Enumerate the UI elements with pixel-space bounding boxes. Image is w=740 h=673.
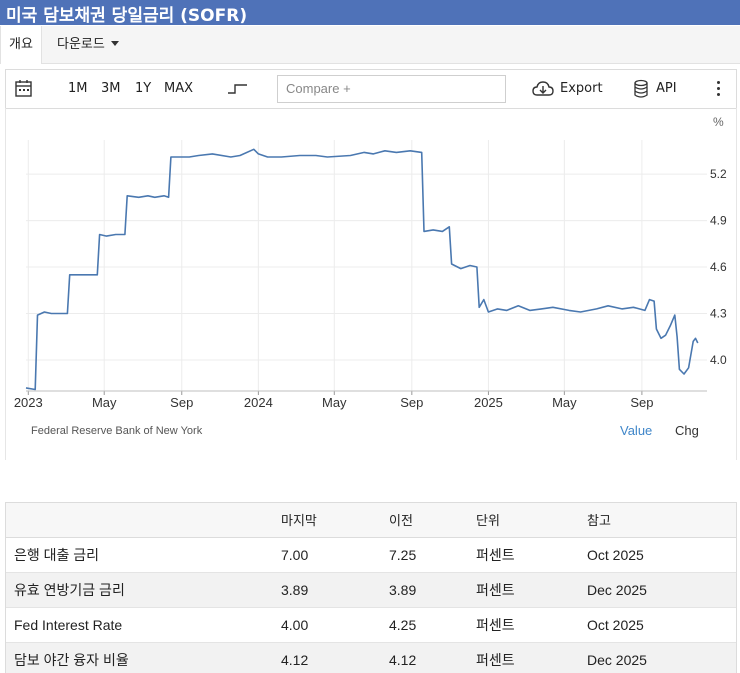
y-tick-label: 4.0 [710,353,727,367]
export-button[interactable]: Export [532,70,603,108]
header-previous: 이전 [389,503,476,538]
related-rates-table: 마지막 이전 단위 참고 은행 대출 금리 7.00 7.25 퍼센트 Oct … [5,502,737,673]
table-row[interactable]: 담보 야간 융자 비율 4.12 4.12 퍼센트 Dec 2025 [6,642,736,673]
export-label: Export [560,81,603,96]
api-button[interactable]: API [633,70,677,108]
database-icon [634,79,648,98]
tab-bar: 개요 다운로드 [0,26,740,64]
row-unit: 퍼센트 [476,607,587,643]
chart-area: 4.0 4.3 4.6 4.9 5.2 2023 May Sep 2024 May Sep 2025 M… [5,108,737,460]
x-tick-label: May [322,395,347,410]
row-name[interactable]: 유효 연방기금 금리 [6,572,281,608]
y-tick-label: 4.6 [710,260,727,274]
tab-download-label: 다운로드 [57,37,105,52]
row-last: 7.00 [281,537,389,573]
row-previous: 3.89 [389,572,476,608]
range-3m-button[interactable]: 3M [101,70,121,108]
source-label: Federal Reserve Bank of New York [31,425,203,437]
x-tick-label: Sep [170,395,193,410]
title-bar: 미국 담보채권 당일금리 (SOFR) [0,0,740,26]
x-tick-label: May [552,395,577,410]
row-reference: Oct 2025 [587,537,736,573]
row-last: 4.12 [281,642,389,673]
table-row[interactable]: 유효 연방기금 금리 3.89 3.89 퍼센트 Dec 2025 [6,572,736,608]
y-tick-label: 4.3 [710,307,727,321]
api-label: API [656,81,677,96]
x-tick-label: 2023 [14,395,43,410]
range-max-button[interactable]: MAX [164,70,193,108]
row-name[interactable]: 은행 대출 금리 [6,537,281,573]
chart-toolbar: 1M 3M 1Y MAX Compare + Export API [5,69,737,109]
row-last: 4.00 [281,607,389,643]
unit-label: % [713,115,724,129]
header-last: 마지막 [281,503,389,538]
row-reference: Dec 2025 [587,572,736,608]
row-previous: 4.25 [389,607,476,643]
header-name [6,503,281,538]
row-last: 3.89 [281,572,389,608]
x-tick-label: 2024 [244,395,273,410]
row-unit: 퍼센트 [476,642,587,673]
row-previous: 4.12 [389,642,476,673]
y-tick-label: 4.9 [710,214,727,228]
x-tick-label: May [92,395,117,410]
range-1y-button[interactable]: 1Y [135,70,151,108]
header-unit: 단위 [476,503,587,538]
y-tick-label: 5.2 [710,167,727,181]
step-line-icon[interactable] [227,70,249,108]
tab-download[interactable]: 다운로드 [49,26,127,64]
row-name[interactable]: 담보 야간 융자 비율 [6,642,281,673]
x-tick-label: 2025 [474,395,503,410]
row-name[interactable]: Fed Interest Rate [6,607,281,643]
row-reference: Dec 2025 [587,642,736,673]
table-row[interactable]: 은행 대출 금리 7.00 7.25 퍼센트 Oct 2025 [6,537,736,573]
legend-chg-button[interactable]: Chg [675,423,699,438]
more-options-icon[interactable] [717,81,721,97]
row-previous: 7.25 [389,537,476,573]
cloud-download-icon [532,81,554,96]
sofr-series-line [25,148,699,391]
x-tick-label: Sep [400,395,423,410]
table-row[interactable]: Fed Interest Rate 4.00 4.25 퍼센트 Oct 2025 [6,607,736,643]
calendar-icon[interactable] [15,70,33,108]
range-1m-button[interactable]: 1M [68,70,88,108]
row-reference: Oct 2025 [587,607,736,643]
legend-value-button[interactable]: Value [620,423,652,438]
x-tick-label: Sep [630,395,653,410]
page-title: 미국 담보채권 당일금리 (SOFR) [6,6,248,26]
row-unit: 퍼센트 [476,572,587,608]
header-reference: 참고 [587,503,736,538]
caret-down-icon [110,41,119,46]
table-header-row: 마지막 이전 단위 참고 [6,503,736,538]
row-unit: 퍼센트 [476,537,587,573]
tab-overview[interactable]: 개요 [0,26,42,64]
compare-input[interactable]: Compare + [277,75,506,103]
sofr-line-chart: 4.0 4.3 4.6 4.9 5.2 2023 May Sep 2024 May Sep 2025 M… [14,115,727,438]
